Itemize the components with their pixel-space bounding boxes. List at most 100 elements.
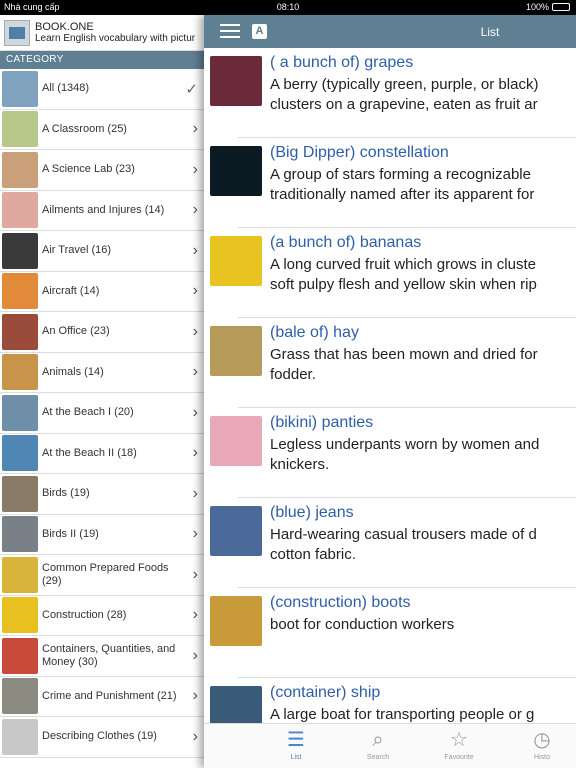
entry-definition: A berry (typically green, purple, or bla… <box>270 76 539 113</box>
category-item[interactable]: Ailments and Injures (14) › <box>0 191 204 231</box>
category-item[interactable]: At the Beach I (20) › <box>0 393 204 434</box>
page-title: List <box>480 25 500 39</box>
category-label: Containers, Quantities, and Money (30) <box>42 642 176 668</box>
app-subtitle: Learn English vocabulary with pictur <box>35 32 196 44</box>
tab-histo[interactable]: ◷ Histo <box>512 728 572 761</box>
category-label: Construction (28) <box>42 608 127 621</box>
category-item[interactable]: Crime and Punishment (21) › <box>0 677 204 717</box>
entry-image <box>210 326 262 376</box>
chevron-right-icon: › <box>192 160 198 178</box>
category-item[interactable]: An Office (23) › <box>0 312 204 353</box>
entry-image <box>210 236 262 286</box>
entry-word: ( a bunch of) grapes <box>270 54 414 71</box>
list-icon: ☰ <box>287 729 305 751</box>
category-item[interactable]: Containers, Quantities, and Money (30) › <box>0 636 204 677</box>
category-thumbnail <box>2 718 38 755</box>
vocabulary-entry[interactable]: ( a bunch of) grapes A berry (typically g… <box>204 48 576 138</box>
vocabulary-entry[interactable]: (blue) jeans Hard-wearing casual trousers… <box>204 498 576 588</box>
tab-favourite[interactable]: ☆ Favourite <box>429 728 489 761</box>
entry-definition: A long curved fruit which grows in clust… <box>270 256 537 293</box>
status-bar: Nhà cung cấp 08:10 100% <box>0 0 576 15</box>
entry-image <box>210 416 262 466</box>
category-label: Birds (19) <box>42 487 90 500</box>
category-label: Animals (14) <box>42 365 104 378</box>
chevron-right-icon: › <box>192 201 198 219</box>
category-thumbnail <box>2 678 38 715</box>
category-thumbnail <box>2 70 38 107</box>
entry-definition: A group of stars forming a recognizable … <box>270 166 535 203</box>
entry-word: (construction) boots <box>270 594 411 611</box>
entry-definition: A large boat for transporting people or … <box>270 706 535 723</box>
category-item[interactable]: Air Travel (16) › <box>0 231 204 272</box>
word-list-panel: A List ( a bunch of) grapes A berry (typi… <box>204 15 576 768</box>
chevron-right-icon: › <box>192 403 198 421</box>
category-item[interactable]: Birds (19) › <box>0 474 204 515</box>
category-thumbnail <box>2 637 38 674</box>
entry-image <box>210 146 262 196</box>
book-logo-icon <box>4 19 30 46</box>
entry-definition: boot for conduction workers <box>270 616 455 633</box>
category-sidebar: BOOK.ONE Learn English vocabulary with p… <box>0 15 204 768</box>
category-thumbnail <box>2 192 38 229</box>
category-item[interactable]: All (1348) ✓ <box>0 69 204 110</box>
category-label: Common Prepared Foods (29) <box>42 561 169 587</box>
battery-icon <box>552 3 570 11</box>
vocabulary-entry[interactable]: (bikini) panties Legless underpants worn … <box>204 408 576 498</box>
category-label: Air Travel (16) <box>42 244 112 257</box>
chevron-right-icon: › <box>192 525 198 543</box>
category-item[interactable]: Common Prepared Foods (29) › <box>0 555 204 596</box>
top-bar: A List <box>204 15 576 48</box>
category-item[interactable]: Construction (28) › <box>0 596 204 636</box>
entry-image <box>210 506 262 556</box>
category-thumbnail <box>2 475 38 512</box>
chevron-right-icon: › <box>192 363 198 381</box>
category-label: Ailments and Injures (14) <box>42 203 165 216</box>
category-label: All (1348) <box>42 82 90 95</box>
category-thumbnail <box>2 354 38 391</box>
category-thumbnail <box>2 556 38 593</box>
chevron-right-icon: › <box>192 282 198 300</box>
tab-label: Histo <box>534 754 550 761</box>
category-thumbnail <box>2 516 38 553</box>
category-item[interactable]: At the Beach II (18) › <box>0 434 204 474</box>
checkmark-icon: ✓ <box>185 80 198 98</box>
chevron-right-icon: › <box>192 687 198 705</box>
tab-bar: ☰ List ⌕ Search ☆ Favourite ◷ Histo <box>204 723 576 768</box>
category-label: Aircraft (14) <box>42 284 100 297</box>
category-thumbnail <box>2 232 38 269</box>
entry-word: (Big Dipper) constellation <box>270 144 449 161</box>
category-item[interactable]: Birds II (19) › <box>0 515 204 555</box>
chevron-right-icon: › <box>192 565 198 583</box>
search-icon: ⌕ <box>372 729 384 751</box>
clock: 08:10 <box>276 2 300 12</box>
category-item[interactable]: Describing Clothes (19) › <box>0 717 204 758</box>
app-brand: BOOK.ONE Learn English vocabulary with p… <box>0 15 204 51</box>
favourite-icon: ☆ <box>450 729 468 751</box>
vocabulary-entry[interactable]: (construction) boots boot for conduction … <box>204 588 576 678</box>
tab-list[interactable]: ☰ List <box>266 728 326 761</box>
chevron-right-icon: › <box>192 241 198 259</box>
entry-word: (container) ship <box>270 684 381 701</box>
category-item[interactable]: A Classroom (25) › <box>0 110 204 150</box>
category-thumbnail <box>2 394 38 431</box>
category-header: CATEGORY <box>0 51 204 69</box>
battery-percent: 100% <box>525 2 549 12</box>
tab-label: List <box>290 754 302 761</box>
vocabulary-entry[interactable]: (a bunch of) bananas A long curved fruit … <box>204 228 576 318</box>
entry-definition: Hard-wearing casual trousers made of d c… <box>270 526 537 563</box>
category-thumbnail <box>2 151 38 188</box>
chevron-right-icon: › <box>192 322 198 340</box>
entry-definition: Legless underpants worn by women and kni… <box>270 436 540 473</box>
category-item[interactable]: Animals (14) › <box>0 353 204 393</box>
category-label: A Classroom (25) <box>42 122 127 135</box>
entry-image <box>210 596 262 646</box>
category-label: At the Beach I (20) <box>42 406 134 419</box>
category-thumbnail <box>2 597 38 634</box>
tab-search[interactable]: ⌕ Search <box>348 728 408 761</box>
entry-word: (bikini) panties <box>270 414 374 431</box>
category-item[interactable]: Aircraft (14) › <box>0 272 204 312</box>
tab-label: Search <box>366 754 390 761</box>
vocabulary-entry[interactable]: (Big Dipper) constellation A group of sta… <box>204 138 576 228</box>
category-item[interactable]: A Science Lab (23) › <box>0 150 204 191</box>
vocabulary-entry[interactable]: (bale of) hay Grass that has been mown an… <box>204 318 576 408</box>
